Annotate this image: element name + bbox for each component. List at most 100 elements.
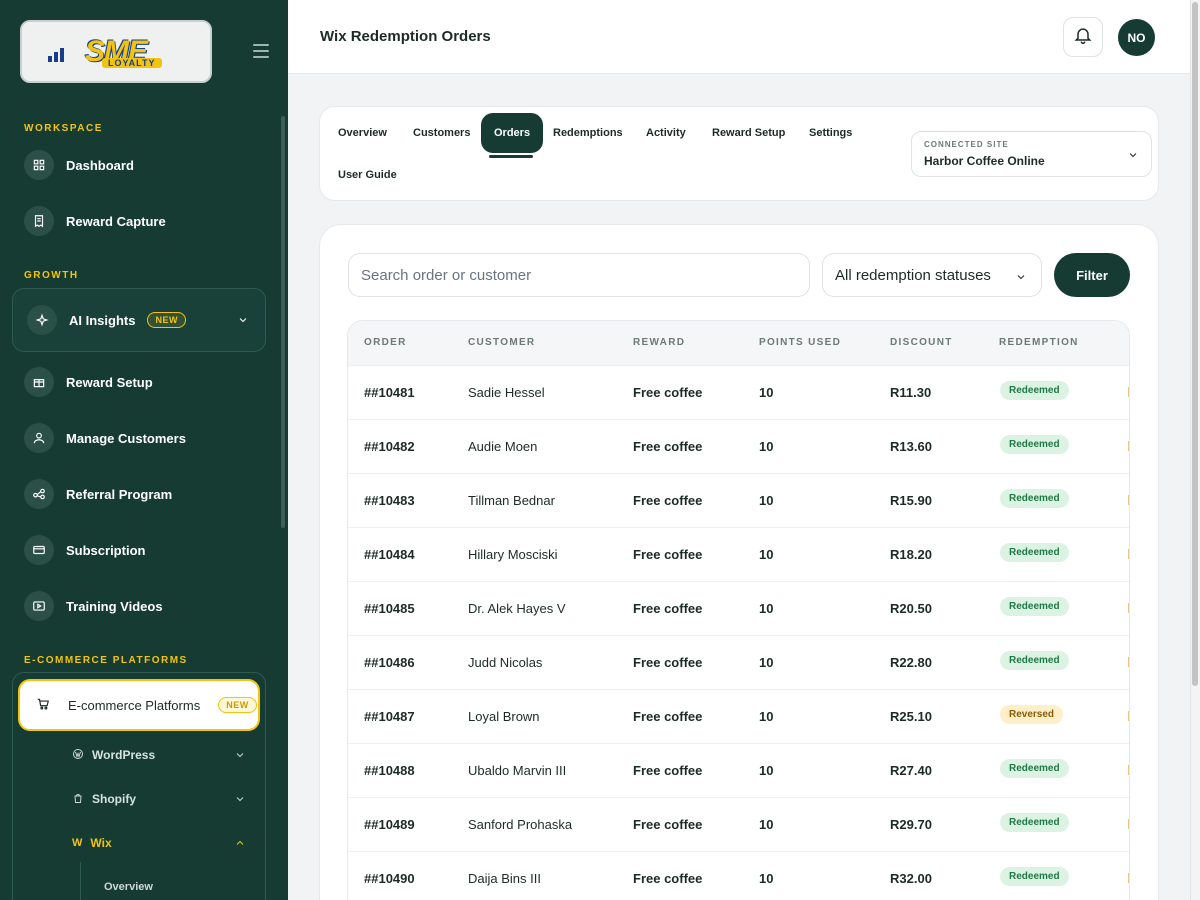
column-header-redemption[interactable]: REDEMPTION <box>999 337 1079 348</box>
reward-cell: Free coffee <box>633 871 703 886</box>
sidebar-item-training-videos[interactable]: Training Videos <box>24 588 264 624</box>
orders-table: ORDER CUSTOMER REWARD POINTS USED DISCOU… <box>347 320 1130 900</box>
sidebar-item-reward-setup[interactable]: Reward Setup <box>24 364 264 400</box>
column-header-discount[interactable]: DISCOUNT <box>890 337 953 348</box>
filter-button[interactable]: Filter <box>1054 253 1130 297</box>
column-header-order[interactable]: ORDER <box>364 337 407 348</box>
sidebar-item-ecommerce-platforms[interactable]: E-commerce Platforms NEW <box>18 679 260 731</box>
tab-activity[interactable]: Activity <box>646 113 686 153</box>
tab-customers[interactable]: Customers <box>413 113 470 153</box>
order-cell: ##10483 <box>364 493 415 508</box>
customer-cell: Ubaldo Marvin III <box>468 763 567 778</box>
points-cell: 10 <box>759 655 774 670</box>
column-header-points-used[interactable]: POINTS USED <box>759 337 841 348</box>
customer-cell: Hillary Mosciski <box>468 547 558 562</box>
sidebar-item-label: E-commerce Platforms <box>68 697 201 713</box>
table-row[interactable]: ##10489 Sanford Prohaska Free coffee 10 R29.… <box>348 797 1129 851</box>
points-cell: 10 <box>759 601 774 616</box>
customer-cell: Sadie Hessel <box>468 385 545 400</box>
column-header-reward[interactable]: REWARD <box>633 337 685 348</box>
tab-settings[interactable]: Settings <box>809 113 852 153</box>
table-row[interactable]: ##10486 Judd Nicolas Free coffee 10 R22.80 Re… <box>348 635 1129 689</box>
order-cell: ##10482 <box>364 439 415 454</box>
points-cell: 10 <box>759 547 774 562</box>
new-badge: NEW <box>218 697 257 713</box>
cart-icon <box>36 697 50 714</box>
column-header-customer[interactable]: CUSTOMER <box>468 337 535 348</box>
chevron-down-icon[interactable] <box>234 749 246 761</box>
shopify-icon <box>72 792 84 807</box>
avatar[interactable]: NO <box>1118 19 1155 56</box>
status-badge: Redeemed <box>1000 381 1069 400</box>
tab-reward-setup[interactable]: Reward Setup <box>712 113 785 153</box>
table-row[interactable]: ##10481 Sadie Hessel Free coffee 10 R11.30 Re… <box>348 365 1129 419</box>
logo-bars-icon <box>48 48 64 62</box>
sidebar-item-manage-customers[interactable]: Manage Customers <box>24 420 264 456</box>
section-label-workspace: WORKSPACE <box>24 123 103 134</box>
reward-cell: Free coffee <box>633 385 703 400</box>
notifications-button[interactable] <box>1063 17 1103 57</box>
overflow-column-marker <box>1128 819 1129 829</box>
chevron-up-icon[interactable] <box>234 837 246 849</box>
connected-site-value: Harbor Coffee Online <box>924 154 1045 168</box>
sidebar-item-label: Subscription <box>66 542 146 558</box>
table-row[interactable]: ##10485 Dr. Alek Hayes V Free coffee 10 R20.… <box>348 581 1129 635</box>
customer-cell: Judd Nicolas <box>468 655 543 670</box>
table-row[interactable]: ##10487 Loyal Brown Free coffee 10 R25.10 Rev… <box>348 689 1129 743</box>
table-row[interactable]: ##10484 Hillary Mosciski Free coffee 10 R18.… <box>348 527 1129 581</box>
platform-item-wordpress[interactable]: WordPress <box>72 743 252 767</box>
sidebar-item-subscription[interactable]: Subscription <box>24 532 264 568</box>
page-scrollbar-thumb[interactable] <box>1192 2 1198 686</box>
table-row[interactable]: ##10488 Ubaldo Marvin III Free coffee 10 R27… <box>348 743 1129 797</box>
table-row[interactable]: ##10483 Tillman Bednar Free coffee 10 R15.90… <box>348 473 1129 527</box>
table-row[interactable]: ##10490 Daija Bins III Free coffee 10 R32.00… <box>348 851 1129 900</box>
customer-cell: Audie Moen <box>468 439 538 454</box>
dashboard-icon <box>24 150 54 180</box>
reward-cell: Free coffee <box>633 601 703 616</box>
table-row[interactable]: ##10482 Audie Moen Free coffee 10 R13.60 Rede… <box>348 419 1129 473</box>
order-cell: ##10488 <box>364 763 415 778</box>
order-cell: ##10484 <box>364 547 415 562</box>
sidebar-item-label: Referral Program <box>66 486 173 502</box>
chevron-down-icon[interactable] <box>234 793 246 805</box>
tab-orders[interactable]: Orders <box>481 113 544 153</box>
tab-redemptions[interactable]: Redemptions <box>553 113 623 153</box>
sidebar-item-dashboard[interactable]: Dashboard <box>24 147 264 183</box>
discount-cell: R13.60 <box>890 439 932 454</box>
chevron-down-icon <box>1127 148 1139 166</box>
bell-icon <box>1073 25 1093 50</box>
status-filter-select[interactable]: All redemption statuses <box>822 253 1042 297</box>
menu-toggle-icon[interactable] <box>253 44 269 58</box>
sidebar-item-referral-program[interactable]: Referral Program <box>24 476 264 512</box>
overflow-column-marker <box>1128 873 1129 883</box>
reward-cell: Free coffee <box>633 493 703 508</box>
connected-site-select[interactable]: CONNECTED SITE Harbor Coffee Online <box>911 131 1152 177</box>
reward-cell: Free coffee <box>633 655 703 670</box>
platform-label: WordPress <box>92 748 156 762</box>
brand-logo[interactable]: SME LOYALTY <box>20 20 212 83</box>
platform-item-shopify[interactable]: Shopify <box>72 787 252 811</box>
share-icon <box>24 479 54 509</box>
points-cell: 10 <box>759 709 774 724</box>
points-cell: 10 <box>759 439 774 454</box>
active-tab-indicator <box>489 155 533 158</box>
discount-cell: R27.40 <box>890 763 932 778</box>
discount-cell: R29.70 <box>890 817 932 832</box>
chevron-down-icon[interactable] <box>237 314 249 329</box>
card-icon <box>24 535 54 565</box>
tab-user-guide[interactable]: User Guide <box>338 155 397 195</box>
customer-cell: Loyal Brown <box>468 709 540 724</box>
platform-label: Wix <box>90 836 112 850</box>
wix-sub-item-overview[interactable]: Overview <box>104 875 284 899</box>
sidebar-item-label: Reward Capture <box>66 213 166 229</box>
sidebar-item-label: Dashboard <box>66 157 134 173</box>
sidebar-scrollbar[interactable] <box>281 116 285 528</box>
platform-item-wix[interactable]: W Wix <box>72 831 252 855</box>
sidebar-item-reward-capture[interactable]: Reward Capture <box>24 203 264 239</box>
table-header: ORDER CUSTOMER REWARD POINTS USED DISCOU… <box>348 321 1129 365</box>
search-input[interactable] <box>348 253 810 297</box>
overflow-column-marker <box>1128 549 1129 559</box>
sidebar-item-ai-insights[interactable]: AI Insights NEW <box>27 302 257 338</box>
tab-overview[interactable]: Overview <box>338 113 387 153</box>
reward-cell: Free coffee <box>633 817 703 832</box>
